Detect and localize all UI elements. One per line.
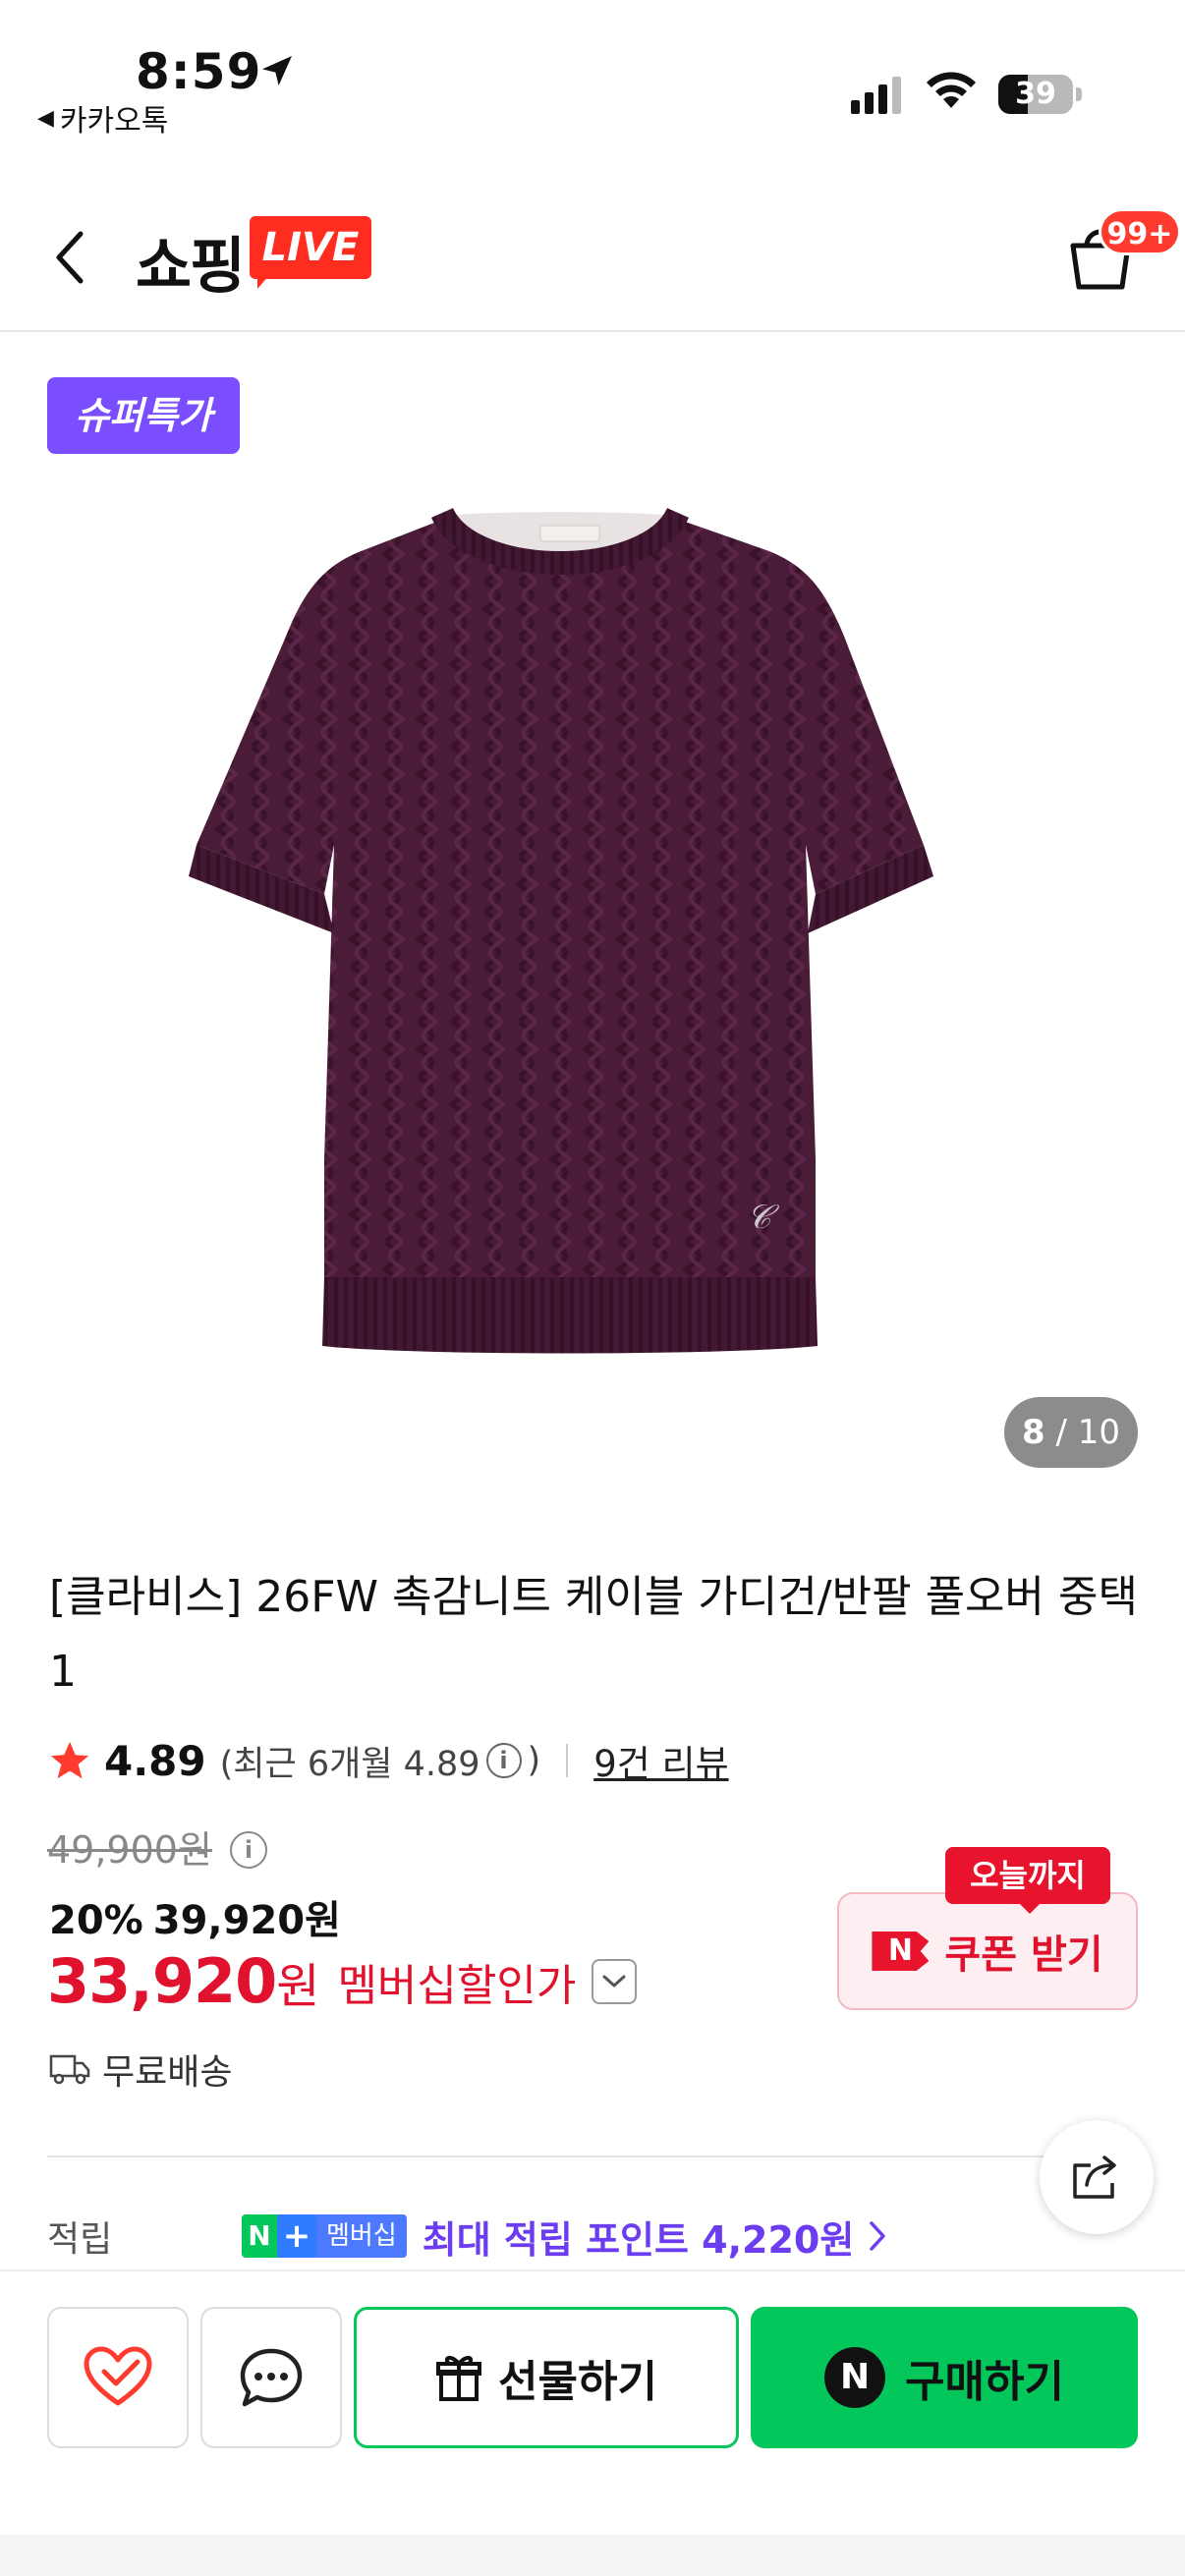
status-time: 8:59 [136,43,262,100]
naver-plus-n: N [242,2214,277,2258]
buy-button[interactable]: N 구매하기 [751,2307,1138,2448]
rating-divider [566,1744,569,1777]
gift-icon [436,2356,482,2401]
live-badge-tail [257,275,281,289]
shopping-live-logo-text[interactable]: 쇼핑 [136,216,246,305]
chevron-down-icon [602,1975,626,1987]
battery-level: 39 [1015,77,1056,111]
naver-pay-n-icon: N [824,2347,886,2408]
cellular-signal-icon [851,75,901,114]
points-label: 적립 [47,2219,113,2260]
membership-price: 33,920 [47,1945,277,2017]
section-divider [47,2156,1138,2157]
recent-rating-close: ) [527,1741,541,1780]
app-header: 쇼핑 LIVE 99+ [0,177,1185,332]
until-today-tag: 오늘까지 [945,1847,1110,1904]
star-icon [50,1741,89,1779]
max-points-text: 최대 적립 포인트 4,220원 [422,2217,855,2262]
shipping-label: 무료배송 [102,2052,233,2093]
super-deal-badge: 슈퍼특가 [47,377,240,454]
shipping-info: 무료배송 [49,2044,232,2095]
back-chevron-icon[interactable] [51,228,90,287]
location-arrow-icon [262,56,292,85]
buy-label: 구매하기 [905,2357,1064,2407]
gift-button[interactable]: 선물하기 [354,2307,739,2448]
chevron-right-icon [870,2221,886,2251]
image-total-count: 10 [1077,1413,1121,1452]
rating-row: 4.89 (최근 6개월 4.89 i ) 9건 리뷰 [47,1731,729,1790]
membership-price-unit: 원 [276,1958,320,2014]
naver-plus-membership-badge: N + 멤버십 [242,2214,407,2258]
gift-label: 선물하기 [498,2357,657,2407]
recent-rating-text: (최근 6개월 4.89 [219,1744,480,1784]
share-icon [1073,2156,1116,2199]
back-app-label: 카카오톡 [59,104,169,139]
get-coupon-label: 쿠폰 받기 [944,1932,1103,1978]
cart-count-badge: 99+ [1099,208,1181,255]
price-info-icon[interactable]: i [230,1831,267,1869]
naver-plus-plus: + [277,2214,316,2258]
wifi-icon [927,72,976,108]
original-price: 49,900원 [47,1828,212,1872]
wishlist-button[interactable] [47,2307,189,2448]
home-indicator-area [0,2535,1185,2576]
image-page-counter: 8 / 10 [1004,1397,1138,1468]
battery-icon: 39 [998,75,1082,114]
bottom-action-bar: 선물하기 N 구매하기 [0,2269,1185,2576]
back-triangle-icon: ◀ [37,105,54,131]
price-detail-toggle[interactable] [592,1958,638,2004]
chat-bubble-icon [240,2348,303,2407]
naver-plus-text: 멤버십 [316,2214,407,2258]
get-coupon-button[interactable]: N 쿠폰 받기 [837,1892,1138,2010]
product-image-sweater: 𝒞 [189,507,933,1354]
discount-price: 39,920원 [152,1898,341,1943]
recent-rating: (최근 6개월 4.89 i ) [220,1736,541,1786]
live-badge: LIVE [250,216,371,279]
points-row[interactable]: 적립 N + 멤버십 최대 적립 포인트 4,220원 [47,2209,1128,2264]
image-current-index: 8 [1021,1413,1045,1452]
image-counter-separator: / [1055,1413,1067,1452]
product-title: [클라비스] 26FW 촉감니트 케이블 가디건/반팔 풀오버 중택1 [49,1572,1138,1697]
naver-n-icon: N [872,1932,930,1971]
delivery-truck-icon [49,2054,90,2085]
membership-price-row: 33,920 원 멤버십할인가 [47,1945,638,2017]
info-icon[interactable]: i [485,1743,522,1778]
discount-line: 20% 39,920원 [49,1888,351,1945]
status-bar: 8:59 ◀ 카카오톡 39 [0,0,1185,157]
back-to-app-link[interactable]: ◀ 카카오톡 [37,96,168,140]
until-today-tag-tail [1018,1902,1042,1914]
chat-button[interactable] [200,2307,342,2448]
review-count-link[interactable]: 9건 리뷰 [593,1734,728,1787]
heart-check-icon [84,2346,152,2406]
membership-price-label: 멤버십할인가 [337,1960,577,2011]
product-image-carousel[interactable]: 슈퍼특가 𝒞 8 / 10 [0,334,1185,1493]
rating-value: 4.89 [104,1736,206,1785]
discount-rate: 20% [49,1898,143,1943]
